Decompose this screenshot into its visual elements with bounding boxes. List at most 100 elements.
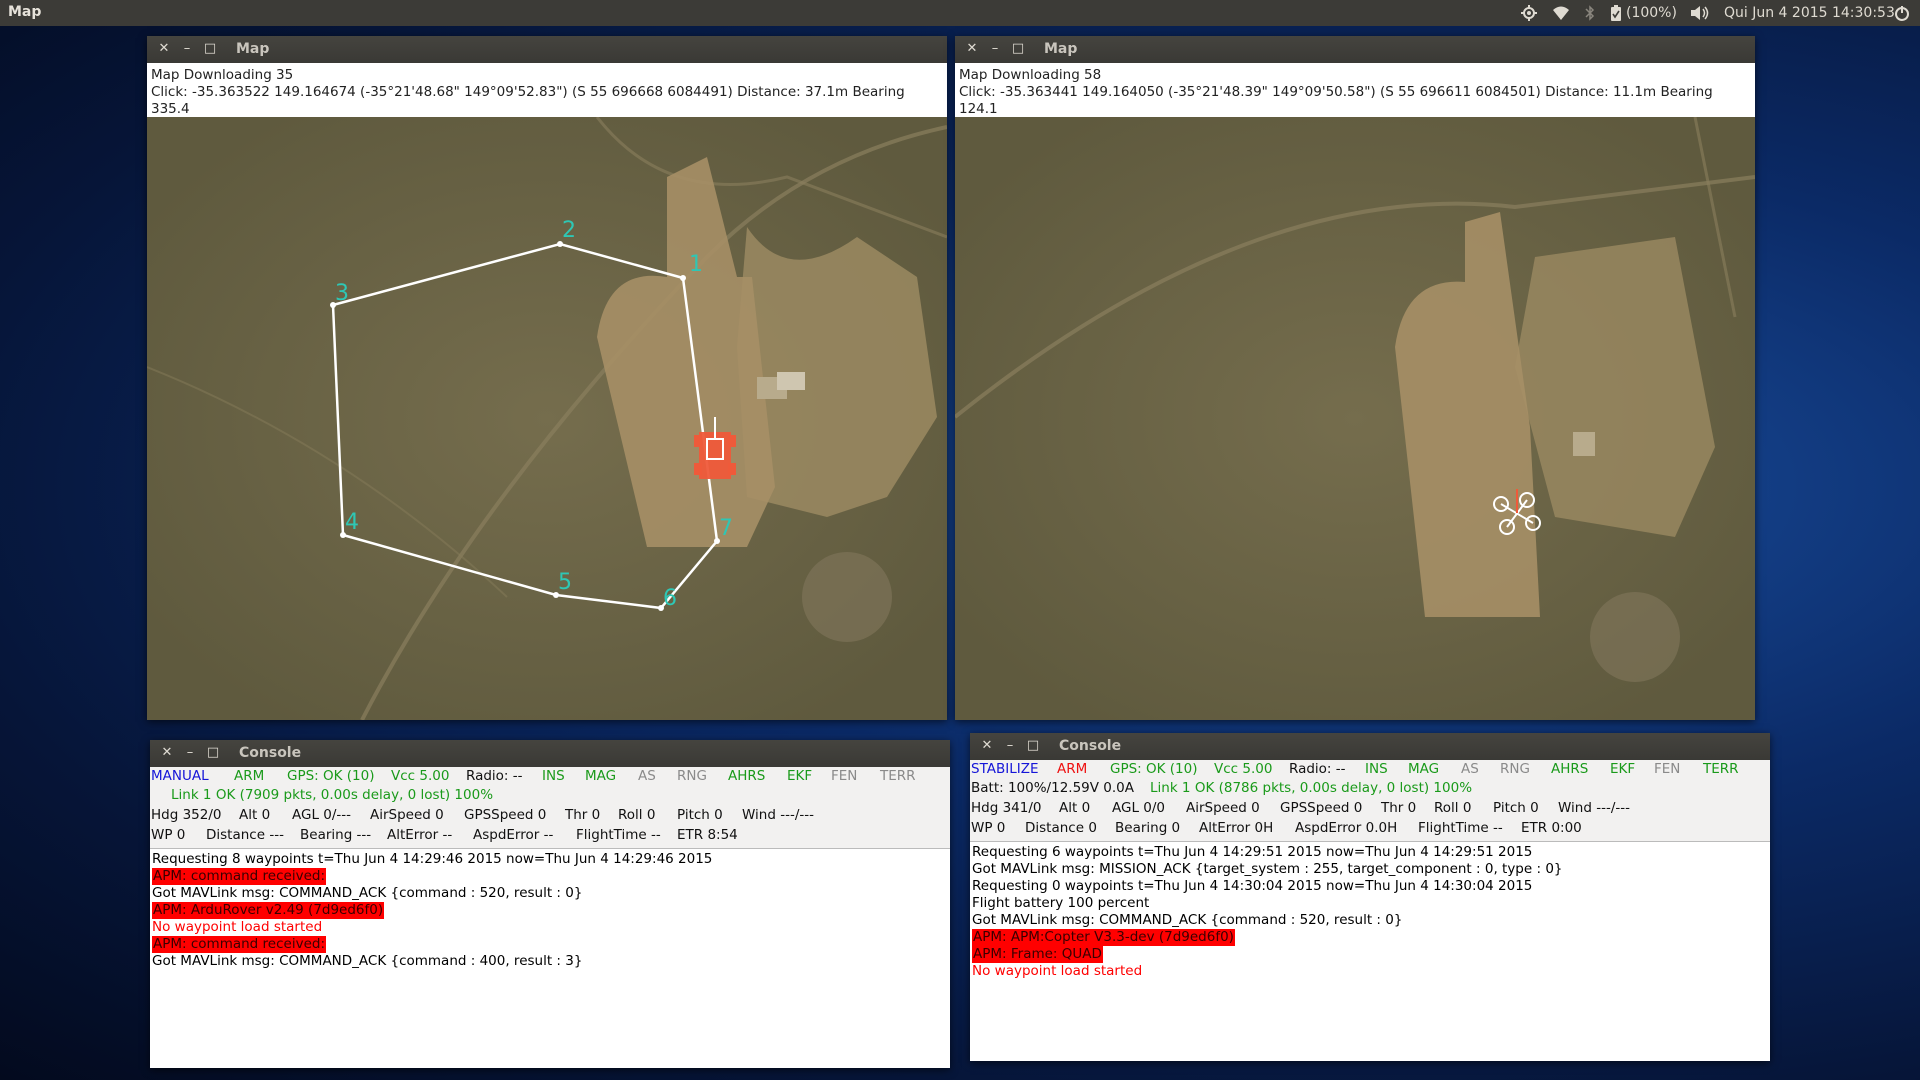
waypoint-label[interactable]: 7 bbox=[719, 516, 733, 541]
close-icon[interactable]: ✕ bbox=[157, 42, 171, 56]
terr-status: TERR bbox=[1703, 761, 1739, 777]
vcc-status: Vcc 5.00 bbox=[391, 768, 450, 784]
arm-indicator: ARM bbox=[1057, 761, 1088, 777]
map-canvas[interactable]: 1 2 3 4 5 6 7 bbox=[147, 117, 947, 720]
ahrs-status: AHRS bbox=[728, 768, 766, 784]
status-panel: MANUAL ARM GPS: OK (10) Vcc 5.00 Radio: … bbox=[150, 767, 950, 847]
alt-value: Alt 0 bbox=[1059, 800, 1091, 816]
distance-value: Distance --- bbox=[206, 827, 284, 843]
download-status: Map Downloading 58 bbox=[959, 67, 1102, 83]
aspderror-value: AspdError -- bbox=[473, 827, 554, 843]
airspeed-value: AirSpeed 0 bbox=[370, 807, 444, 823]
waypoint-label[interactable]: 2 bbox=[562, 218, 576, 243]
wp-value: WP 0 bbox=[151, 827, 186, 843]
ahrs-status: AHRS bbox=[1551, 761, 1589, 777]
minimize-icon[interactable]: – bbox=[988, 42, 1002, 56]
log-line: No waypoint load started bbox=[152, 919, 323, 935]
map-info-panel: Map Downloading 35 Click: -35.363522 149… bbox=[147, 63, 947, 117]
session-icon[interactable] bbox=[1893, 3, 1911, 23]
minimize-icon[interactable]: – bbox=[1003, 739, 1017, 753]
terr-status: TERR bbox=[880, 768, 916, 784]
agl-value: AGL 0/0 bbox=[1112, 800, 1165, 816]
alterror-value: AltError 0H bbox=[1199, 820, 1274, 836]
title-bar: ✕ – □ Map bbox=[147, 36, 947, 63]
log-line: APM: Frame: QUAD bbox=[972, 946, 1103, 963]
console-log[interactable]: Requesting 6 waypoints t=Thu Jun 4 14:29… bbox=[970, 841, 1770, 1061]
title-bar: ✕ – □ Console bbox=[970, 733, 1770, 760]
waypoint-label[interactable]: 5 bbox=[558, 570, 572, 595]
wind-value: Wind ---/--- bbox=[1558, 800, 1630, 816]
log-line: Got MAVLink msg: COMMAND_ACK {command : … bbox=[152, 885, 583, 901]
log-line: Requesting 8 waypoints t=Thu Jun 4 14:29… bbox=[152, 851, 713, 867]
minimize-icon[interactable]: – bbox=[183, 746, 197, 760]
gps-status: GPS: OK (10) bbox=[1110, 761, 1198, 777]
maximize-icon[interactable]: □ bbox=[206, 746, 220, 760]
log-line: APM: APM:Copter V3.3-dev (7d9ed6f0) bbox=[972, 929, 1235, 946]
app-name: Map bbox=[8, 4, 42, 20]
close-icon[interactable]: ✕ bbox=[160, 746, 174, 760]
pitch-value: Pitch 0 bbox=[1493, 800, 1539, 816]
satellite-map[interactable]: 1 2 3 4 5 6 7 bbox=[147, 117, 947, 720]
maximize-icon[interactable]: □ bbox=[1026, 739, 1040, 753]
log-line: No waypoint load started bbox=[972, 963, 1143, 979]
close-icon[interactable]: ✕ bbox=[980, 739, 994, 753]
download-status: Map Downloading 35 bbox=[151, 67, 294, 83]
arm-indicator: ARM bbox=[234, 768, 265, 784]
roll-value: Roll 0 bbox=[618, 807, 656, 823]
maximize-icon[interactable]: □ bbox=[203, 42, 217, 56]
battery-icon[interactable] bbox=[1610, 3, 1622, 23]
log-line: Got MAVLink msg: COMMAND_ACK {command : … bbox=[972, 912, 1403, 928]
flighttime-value: FlightTime -- bbox=[576, 827, 661, 843]
airspeed-value: AirSpeed 0 bbox=[1186, 800, 1260, 816]
distance-value: Distance 0 bbox=[1025, 820, 1097, 836]
fen-status: FEN bbox=[1654, 761, 1681, 777]
building bbox=[1573, 432, 1595, 456]
window-title: Console bbox=[239, 745, 302, 761]
battery-status: Batt: 100%/12.59V 0.0A bbox=[971, 780, 1134, 796]
window-title: Map bbox=[236, 41, 270, 57]
etr-value: ETR 0:00 bbox=[1521, 820, 1582, 836]
agl-value: AGL 0/--- bbox=[292, 807, 352, 823]
thr-value: Thr 0 bbox=[565, 807, 601, 823]
waypoint-label[interactable]: 1 bbox=[689, 252, 703, 277]
bluetooth-icon[interactable] bbox=[1585, 3, 1595, 23]
console-window-left: ✕ – □ Console MANUAL ARM GPS: OK (10) Vc… bbox=[150, 740, 950, 1068]
waypoint-label[interactable]: 4 bbox=[345, 510, 359, 535]
gpsspeed-value: GPSSpeed 0 bbox=[464, 807, 547, 823]
maximize-icon[interactable]: □ bbox=[1011, 42, 1025, 56]
log-line: Requesting 6 waypoints t=Thu Jun 4 14:29… bbox=[972, 844, 1533, 860]
mag-status: MAG bbox=[585, 768, 617, 784]
settings-icon[interactable] bbox=[1520, 3, 1538, 23]
pitch-value: Pitch 0 bbox=[677, 807, 723, 823]
vcc-status: Vcc 5.00 bbox=[1214, 761, 1273, 777]
click-info: Click: -35.363522 149.164674 (-35°21'48.… bbox=[151, 84, 905, 117]
alt-value: Alt 0 bbox=[239, 807, 271, 823]
satellite-map[interactable] bbox=[955, 117, 1755, 720]
clock[interactable]: Qui Jun 4 2015 14:30:53 bbox=[1724, 3, 1895, 23]
status-panel: STABILIZE ARM GPS: OK (10) Vcc 5.00 Radi… bbox=[970, 760, 1770, 840]
hdg-value: Hdg 352/0 bbox=[151, 807, 222, 823]
wp-value: WP 0 bbox=[971, 820, 1006, 836]
link-status: Link 1 OK (8786 pkts, 0.00s delay, 0 los… bbox=[1150, 780, 1473, 796]
volume-icon[interactable] bbox=[1690, 3, 1710, 23]
map-info-panel: Map Downloading 58 Click: -35.363441 149… bbox=[955, 63, 1755, 117]
aspderror-value: AspdError 0.0H bbox=[1295, 820, 1398, 836]
waypoint-label[interactable]: 6 bbox=[663, 586, 677, 611]
alterror-value: AltError -- bbox=[387, 827, 453, 843]
hdg-value: Hdg 341/0 bbox=[971, 800, 1042, 816]
log-line: Flight battery 100 percent bbox=[972, 895, 1150, 911]
mode-indicator: MANUAL bbox=[151, 768, 209, 784]
link-status: Link 1 OK (7909 pkts, 0.00s delay, 0 los… bbox=[171, 787, 494, 803]
map-canvas[interactable] bbox=[955, 117, 1755, 720]
console-log[interactable]: Requesting 8 waypoints t=Thu Jun 4 14:29… bbox=[150, 848, 950, 1068]
log-line: Got MAVLink msg: MISSION_ACK {target_sys… bbox=[972, 861, 1563, 877]
click-info: Click: -35.363441 149.164050 (-35°21'48.… bbox=[959, 84, 1713, 117]
radio-status: Radio: -- bbox=[1289, 761, 1346, 777]
bearing-value: Bearing --- bbox=[300, 827, 372, 843]
wifi-icon[interactable] bbox=[1552, 3, 1570, 23]
close-icon[interactable]: ✕ bbox=[965, 42, 979, 56]
log-line: APM: ArduRover v2.49 (7d9ed6f0) bbox=[152, 902, 385, 919]
minimize-icon[interactable]: – bbox=[180, 42, 194, 56]
waypoint-label[interactable]: 3 bbox=[335, 281, 349, 306]
ekf-status: EKF bbox=[1610, 761, 1636, 777]
